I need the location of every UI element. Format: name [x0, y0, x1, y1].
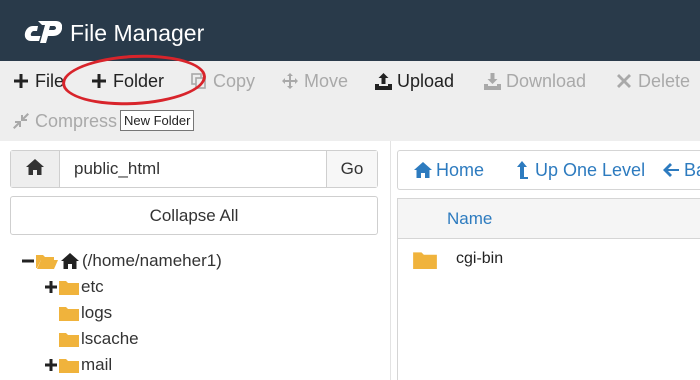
folder-icon: [59, 305, 79, 321]
upload-label: Upload: [397, 70, 455, 91]
folder-icon: [59, 357, 79, 373]
panel-divider: [390, 141, 391, 380]
tree-item-home[interactable]: (/home/nameher1): [22, 248, 222, 274]
tree-label-lscache: lscache: [81, 329, 139, 348]
go-button[interactable]: Go: [326, 151, 377, 187]
x-icon: [615, 72, 633, 90]
collapse-all-button[interactable]: Collapse All: [10, 196, 378, 235]
new-file-label: File: [35, 70, 65, 91]
tree-label-etc: etc: [81, 277, 104, 296]
compress-icon: [12, 112, 30, 130]
move-arrows-icon: [281, 72, 299, 90]
nav-home-label: Home: [436, 159, 485, 180]
copy-label: Copy: [213, 70, 256, 91]
upload-button[interactable]: Upload: [374, 66, 454, 96]
nav-back-label: Ba: [684, 159, 700, 180]
tree-item-mail[interactable]: mail: [45, 352, 112, 378]
toolbar: File Folder Copy Move Upload Download De…: [0, 61, 700, 141]
folder-icon: [59, 331, 79, 347]
minus-icon[interactable]: [22, 255, 34, 267]
folder-open-icon: [36, 253, 58, 269]
nav-up-one-level-label: Up One Level: [535, 159, 646, 180]
plus-icon[interactable]: [45, 359, 57, 371]
plus-icon[interactable]: [45, 281, 57, 293]
path-bar: Go: [10, 150, 378, 188]
home-icon: [60, 253, 80, 269]
home-icon: [414, 161, 432, 179]
new-folder-label: Folder: [113, 70, 165, 91]
new-file-button[interactable]: File: [12, 66, 64, 96]
file-table: cgi-bin: [397, 239, 700, 380]
move-label: Move: [304, 70, 349, 91]
home-directory-button[interactable]: [11, 151, 60, 187]
copy-button[interactable]: Copy: [190, 66, 255, 96]
tree-item-lscache[interactable]: lscache: [59, 326, 139, 352]
file-name: cgi-bin: [456, 250, 504, 267]
cpanel-logo-icon[interactable]: [22, 17, 62, 47]
delete-label: Delete: [638, 70, 691, 91]
new-folder-button[interactable]: Folder: [90, 66, 164, 96]
arrow-left-icon: [662, 161, 680, 179]
compress-label: Compress: [35, 110, 118, 131]
nav-up-one-level-button[interactable]: Up One Level: [513, 151, 645, 189]
home-icon: [26, 158, 44, 180]
tooltip: New Folder: [120, 110, 195, 131]
tree-label-mail: mail: [81, 355, 113, 374]
tree-label-logs: logs: [81, 303, 113, 322]
file-nav-bar: Home Up One Level Ba: [397, 150, 700, 190]
download-button[interactable]: Download: [483, 66, 586, 96]
upload-icon: [374, 72, 392, 90]
path-input[interactable]: [61, 151, 327, 187]
table-row[interactable]: cgi-bin: [398, 241, 700, 277]
compress-button[interactable]: Compress: [12, 106, 117, 136]
folder-icon: [413, 250, 437, 269]
tree-item-logs[interactable]: logs: [59, 300, 112, 326]
copy-icon: [190, 72, 208, 90]
tree-label-home: (/home/nameher1): [82, 251, 222, 270]
level-up-icon: [513, 161, 531, 179]
plus-icon: [12, 72, 30, 90]
nav-back-button[interactable]: Ba: [662, 151, 700, 189]
app-title: File Manager: [70, 20, 205, 46]
file-table-header: Name: [397, 198, 700, 239]
download-icon: [483, 72, 501, 90]
tree-item-etc[interactable]: etc: [45, 274, 104, 300]
download-label: Download: [506, 70, 587, 91]
plus-icon: [90, 72, 108, 90]
nav-home-button[interactable]: Home: [414, 151, 484, 189]
name-column-header[interactable]: Name: [447, 209, 492, 229]
move-button[interactable]: Move: [281, 66, 348, 96]
app-header: File Manager: [0, 0, 700, 61]
folder-icon: [59, 279, 79, 295]
delete-button[interactable]: Delete: [615, 66, 690, 96]
